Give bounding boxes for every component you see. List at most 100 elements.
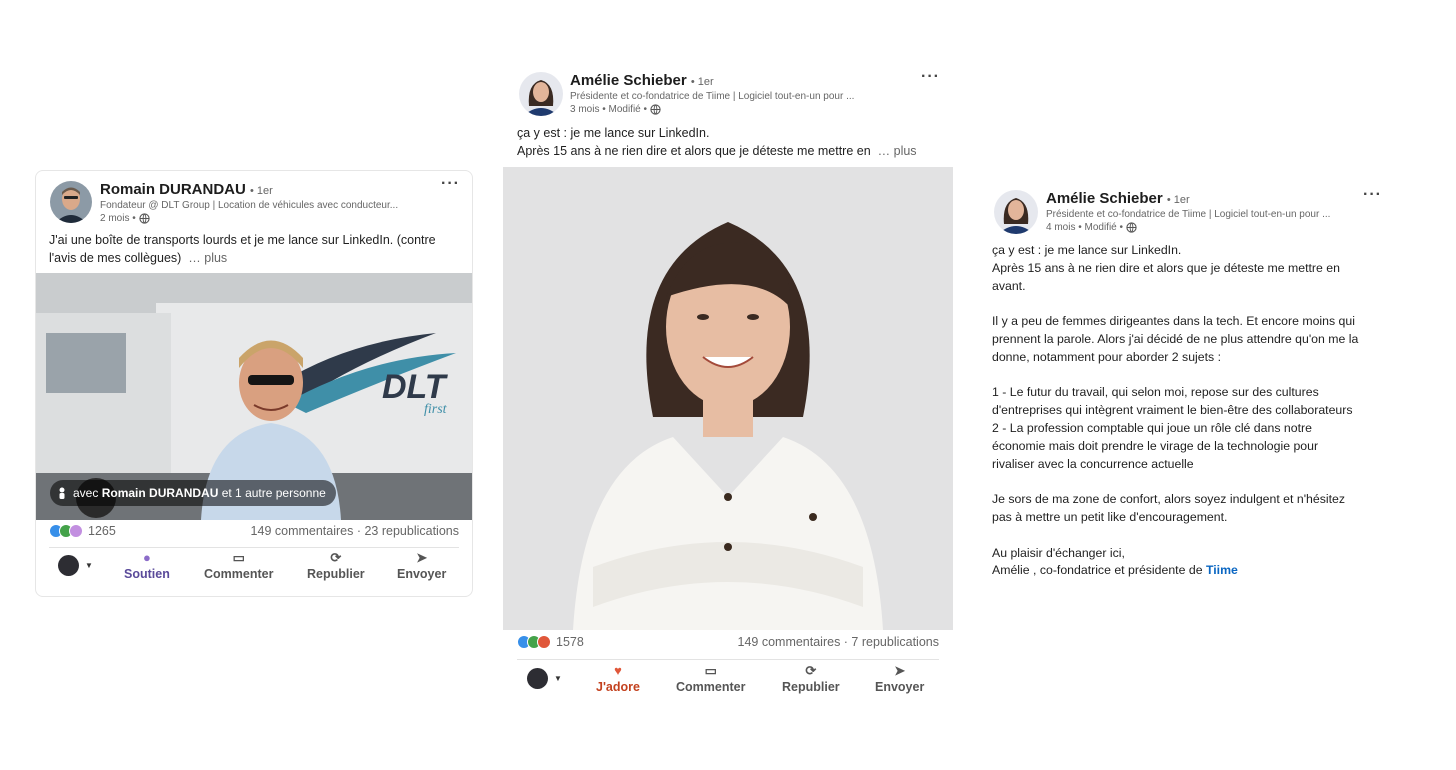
post-video[interactable]: DLT first avec Romain DURANDAU et 1 autr… <box>36 273 472 520</box>
see-more-link[interactable]: … plus <box>188 251 227 265</box>
post-meta: 4 mois • Modifié • <box>1046 222 1344 233</box>
send-label: Envoyer <box>875 679 925 694</box>
send-icon: ➤ <box>416 549 428 565</box>
avatar-amelie[interactable] <box>994 190 1038 234</box>
post-text-line: J'ai une boîte de transports lourds et j… <box>49 233 436 247</box>
post-text-line: donne, notamment pour aborder 2 sujets : <box>992 349 1221 364</box>
post-meta: 2 mois • <box>100 213 420 224</box>
social-counts: 1578 149 commentaires · 7 republications <box>517 635 939 649</box>
caret-down-icon: ▼ <box>554 674 562 683</box>
post-text-line: rivaliser avec la concurrence actuelle <box>992 456 1194 471</box>
more-options-icon[interactable]: ··· <box>921 68 940 86</box>
repost-button[interactable]: ⟳ Republier <box>307 549 365 581</box>
repost-label: Republier <box>782 679 840 694</box>
comment-icon: ▭ <box>704 662 717 678</box>
repost-icon: ⟳ <box>330 549 342 565</box>
send-button[interactable]: ➤ Envoyer <box>397 549 447 581</box>
post-text-line: Au plaisir d'échanger ici, <box>992 545 1125 560</box>
comments-reposts-count[interactable]: 149 commentaires · 7 republications <box>738 635 940 649</box>
company-mention-link[interactable]: Tiime <box>1206 563 1238 577</box>
post-text-line: prennent la parole. Alors j'ai décidé de… <box>992 331 1359 346</box>
see-more-link[interactable]: … plus <box>878 144 917 158</box>
reaction-count: 1265 <box>88 524 116 538</box>
author-headline: Fondateur @ DLT Group | Location de véhi… <box>100 200 399 211</box>
caret-down-icon: ▼ <box>85 561 93 570</box>
post-header: Amélie Schieber • 1er Présidente et co-f… <box>994 190 1344 234</box>
connection-degree: • 1er <box>690 76 714 88</box>
support-button[interactable]: ● Soutien <box>124 549 170 581</box>
paragraph: Il y a peu de femmes dirigeantes dans la… <box>992 313 1388 366</box>
author-name[interactable]: Amélie Schieber • 1er <box>570 72 900 89</box>
globe-icon <box>650 104 661 115</box>
paragraph: Je sors de ma zone de confort, alors soy… <box>992 491 1388 527</box>
author-headline: Présidente et co-fondatrice de Tiime | L… <box>570 91 855 102</box>
avatar-amelie[interactable] <box>519 72 563 116</box>
love-button[interactable]: ♥ J'adore <box>596 663 640 694</box>
post-text-line: économie mais doit prendre le virage de … <box>992 438 1319 453</box>
tagged-people-pill[interactable]: avec Romain DURANDAU et 1 autre personne <box>50 480 336 506</box>
post-header: Romain DURANDAU • 1er Fondateur @ DLT Gr… <box>50 181 420 224</box>
post-text-line: Il y a peu de femmes dirigeantes dans la… <box>992 314 1355 329</box>
post-card-amelie-text: Amélie Schieber • 1er Présidente et co-f… <box>980 180 1390 580</box>
divider <box>517 659 939 660</box>
more-options-icon[interactable]: ··· <box>441 175 460 193</box>
comments-reposts-count[interactable]: 149 commentaires · 23 republications <box>251 524 459 538</box>
post-text: ça y est : je me lance sur LinkedIn. Apr… <box>517 124 947 160</box>
post-time: 3 mois • Modifié • <box>570 104 648 115</box>
post-header: Amélie Schieber • 1er Présidente et co-f… <box>519 72 900 116</box>
truck-logo-text: DLT <box>382 368 449 406</box>
divider <box>49 547 459 548</box>
support-label: Soutien <box>124 566 170 581</box>
tag-suffix: et 1 autre personne <box>221 486 326 500</box>
love-label: J'adore <box>596 679 640 694</box>
comment-label: Commenter <box>204 566 274 581</box>
paragraph: 1 - Le futur du travail, qui selon moi, … <box>992 384 1388 473</box>
post-time: 2 mois • <box>100 213 136 224</box>
truck-logo-sub: first <box>424 402 448 417</box>
support-icon: ● <box>142 549 151 565</box>
comment-label: Commenter <box>676 679 746 694</box>
self-avatar <box>58 555 79 576</box>
actor-selector[interactable]: ▼ <box>527 668 562 689</box>
repost-button[interactable]: ⟳ Republier <box>782 662 840 694</box>
send-icon: ➤ <box>894 662 906 678</box>
post-text-line: 1 - Le futur du travail, qui selon moi, … <box>992 385 1319 400</box>
social-counts: 1265 149 commentaires · 23 republication… <box>49 524 459 538</box>
signature-text: Amélie , co-fondatrice et présidente de <box>992 563 1206 578</box>
action-bar: ▼ ♥ J'adore ▭ Commenter ⟳ Republier ➤ Envoye… <box>527 663 947 694</box>
author-name[interactable]: Romain DURANDAU • 1er <box>100 181 420 198</box>
more-options-icon[interactable]: ··· <box>1363 186 1382 204</box>
post-text-expanded: ça y est : je me lance sur LinkedIn. Apr… <box>992 242 1388 580</box>
post-text-line: ça y est : je me lance sur LinkedIn. <box>517 126 710 140</box>
reaction-summary[interactable]: 1265 <box>49 524 116 538</box>
repost-label: Republier <box>307 566 365 581</box>
paragraph: ça y est : je me lance sur LinkedIn. Apr… <box>992 242 1388 295</box>
comment-icon: ▭ <box>232 549 245 565</box>
post-text-line: l'avis de mes collègues) <box>49 251 182 265</box>
reaction-count: 1578 <box>556 635 584 649</box>
tag-name: Romain DURANDAU <box>101 486 219 500</box>
globe-icon <box>1126 222 1137 233</box>
repost-icon: ⟳ <box>805 662 817 678</box>
post-card-amelie-photo: Amélie Schieber • 1er Présidente et co-f… <box>503 62 953 710</box>
send-button[interactable]: ➤ Envoyer <box>875 662 925 694</box>
comment-button[interactable]: ▭ Commenter <box>204 549 274 581</box>
tag-prefix: avec <box>73 486 99 500</box>
love-reaction-icon <box>537 635 551 649</box>
comment-button[interactable]: ▭ Commenter <box>676 662 746 694</box>
paragraph: Au plaisir d'échanger ici, Amélie , co-f… <box>992 545 1388 581</box>
self-avatar <box>527 668 548 689</box>
post-text-line: ça y est : je me lance sur LinkedIn. <box>992 243 1182 257</box>
post-text-line: Après 15 ans à ne rien dire et alors que… <box>517 144 871 158</box>
post-photo[interactable] <box>503 167 953 630</box>
actor-selector[interactable]: ▼ <box>58 555 93 576</box>
person-tag-icon <box>59 487 65 499</box>
globe-icon <box>139 213 150 224</box>
author-name[interactable]: Amélie Schieber • 1er <box>1046 190 1344 207</box>
post-text-line: Je sors de ma zone de confort, alors soy… <box>992 492 1346 507</box>
reaction-summary[interactable]: 1578 <box>517 635 584 649</box>
send-label: Envoyer <box>397 566 447 581</box>
avatar-romain[interactable] <box>50 181 92 223</box>
post-meta: 3 mois • Modifié • <box>570 104 900 115</box>
post-text-line: d'entreprises qui intègrent vraiment le … <box>992 403 1353 418</box>
